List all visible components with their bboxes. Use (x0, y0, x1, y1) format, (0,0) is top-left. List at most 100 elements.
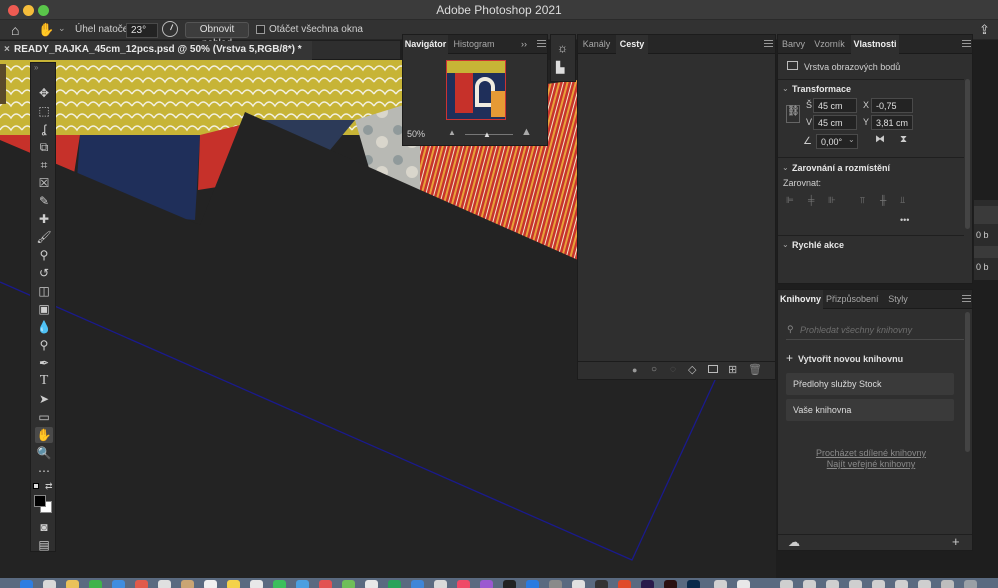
screen-mode-icon[interactable]: ▤ (35, 537, 53, 553)
tab-adjustments[interactable]: Přizpůsobení (826, 290, 879, 309)
add-element-icon[interactable]: + (952, 534, 960, 549)
app-icon[interactable] (411, 580, 424, 588)
align-center-icon[interactable]: ╪ (808, 195, 814, 205)
flip-horizontal-icon[interactable]: ⧓ (875, 134, 885, 145)
folder-icon[interactable] (826, 580, 839, 588)
folder-icon[interactable] (803, 580, 816, 588)
brush-tool-icon[interactable]: 🖌 (35, 229, 53, 245)
tab-styles[interactable]: Styly (882, 290, 914, 309)
library-item-stock[interactable]: Předlohy služby Stock (786, 373, 954, 395)
photoshop-icon[interactable] (687, 580, 700, 588)
share-icon[interactable]: ⇪ (979, 22, 990, 38)
chevron-down-icon[interactable]: ⌄ (848, 135, 855, 144)
eyedropper-tool-icon[interactable]: ✎ (35, 193, 53, 209)
rectangle-tool-icon[interactable]: ▭ (35, 409, 53, 425)
link-dimensions-icon[interactable]: ⛓ (786, 105, 800, 123)
app-icon[interactable] (365, 580, 378, 588)
chevron-down-icon[interactable]: ⌄ (782, 163, 789, 172)
app-icon[interactable] (526, 580, 539, 588)
history-brush-tool-icon[interactable]: ↺ (35, 265, 53, 281)
app-icon[interactable] (618, 580, 631, 588)
make-work-path-icon[interactable]: ◇ (688, 363, 696, 376)
trash-icon[interactable] (964, 580, 977, 588)
rotate-view-tool-icon[interactable]: ✋ (35, 427, 53, 443)
swap-colors-icon[interactable]: ⇄ (45, 481, 53, 492)
marquee-tool-icon[interactable]: ⬚ (35, 103, 53, 119)
align-middle-icon[interactable]: ╫ (880, 195, 886, 205)
chevron-down-icon[interactable]: ⌄ (782, 240, 789, 249)
tab-navigator[interactable]: Navigátor (403, 35, 448, 54)
reset-view-button[interactable]: Obnovit pohled (185, 22, 249, 49)
panel-menu-icon[interactable] (537, 40, 546, 47)
gradient-tool-icon[interactable]: ▣ (35, 301, 53, 317)
app-icon[interactable] (737, 580, 750, 588)
rotation-angle-input[interactable]: 23° (126, 23, 158, 38)
tab-colors[interactable]: Barvy (778, 35, 809, 54)
new-path-icon[interactable]: ⊞ (728, 363, 737, 376)
app-icon[interactable] (204, 580, 217, 588)
tool-preset-chevron-icon[interactable]: ⌄ (58, 23, 66, 34)
align-top-icon[interactable]: ⫪ (860, 195, 865, 206)
navigator-zoom-value[interactable]: 50% (407, 129, 425, 139)
app-icon[interactable] (342, 580, 355, 588)
tab-swatches[interactable]: Vzorník (812, 35, 847, 54)
height-input[interactable]: 45 cm (813, 115, 857, 130)
quick-actions-section-title[interactable]: Rychlé akce (792, 240, 844, 250)
tab-libraries[interactable]: Knihovny (778, 290, 823, 309)
app-icon[interactable] (112, 580, 125, 588)
frame-tool-icon[interactable]: ☒ (35, 175, 53, 191)
crop-tool-icon[interactable]: ⌗ (35, 157, 53, 173)
app-icon[interactable] (549, 580, 562, 588)
path-selection-tool-icon[interactable]: ➤ (35, 391, 53, 407)
clone-stamp-tool-icon[interactable]: ⚲ (35, 247, 53, 263)
blur-tool-icon[interactable]: 💧 (35, 319, 53, 335)
zoom-slider-thumb[interactable]: ▲ (483, 130, 491, 139)
default-colors-icon[interactable] (33, 483, 39, 489)
rotation-dial-icon[interactable] (162, 21, 178, 37)
foreground-color-swatch[interactable] (34, 495, 46, 507)
histogram-icon[interactable]: ▙ (556, 61, 564, 74)
align-section-title[interactable]: Zarovnání a rozmístění (792, 163, 890, 173)
object-selection-tool-icon[interactable]: ⧉ (35, 139, 53, 155)
scrollbar[interactable] (965, 312, 970, 452)
collapse-toolbar-icon[interactable]: » (34, 63, 38, 72)
app-icon[interactable] (714, 580, 727, 588)
browse-shared-link[interactable]: Procházet sdílené knihovny (778, 448, 964, 458)
app-icon[interactable] (595, 580, 608, 588)
zoom-out-icon[interactable]: ▲ (448, 128, 456, 137)
healing-brush-tool-icon[interactable]: ✚ (35, 211, 53, 227)
app-icon[interactable] (135, 580, 148, 588)
rotate-view-tool-icon[interactable]: ✋ (38, 22, 54, 38)
flip-vertical-icon[interactable]: ⧗ (900, 134, 907, 145)
home-icon[interactable]: ⌂ (11, 22, 19, 38)
app-icon[interactable] (296, 580, 309, 588)
align-bottom-icon[interactable]: ⫫ (900, 195, 905, 206)
notes-icon[interactable] (227, 580, 240, 588)
app-icon[interactable] (434, 580, 447, 588)
x-input[interactable]: -0,75 cm (871, 98, 913, 123)
folder-icon[interactable] (895, 580, 908, 588)
premiere-icon[interactable] (641, 580, 654, 588)
edit-toolbar-icon[interactable]: ⋯ (35, 463, 53, 479)
whatsapp-icon[interactable] (89, 580, 102, 588)
app-icon[interactable] (250, 580, 263, 588)
app-icon[interactable] (181, 580, 194, 588)
app-icon[interactable] (572, 580, 585, 588)
dodge-tool-icon[interactable]: ⚲ (35, 337, 53, 353)
library-search-input[interactable]: Prohledat všechny knihovny (800, 325, 912, 335)
folder-icon[interactable] (849, 580, 862, 588)
transform-section-title[interactable]: Transformace (792, 84, 851, 94)
load-selection-icon[interactable]: ◌ (670, 364, 676, 375)
tab-properties[interactable]: Vlastnosti (851, 35, 899, 54)
cloud-icon[interactable]: ☁ (788, 535, 800, 549)
document-tab[interactable]: × READY_RAJKA_45cm_12pcs.psd @ 50% (Vrst… (0, 41, 312, 60)
align-left-icon[interactable]: ⊫ (786, 195, 794, 206)
adjustments-icon[interactable]: ☼ (557, 41, 568, 55)
expand-panel-icon[interactable]: ›› (521, 39, 527, 49)
type-tool-icon[interactable]: T (35, 373, 53, 389)
stroke-path-icon[interactable]: ○ (651, 364, 657, 375)
find-public-link[interactable]: Najít veřejné knihovny (778, 459, 964, 469)
app-icon[interactable] (503, 580, 516, 588)
panel-menu-icon[interactable] (962, 295, 971, 302)
create-library-button[interactable]: Vytvořit novou knihovnu (798, 354, 903, 364)
